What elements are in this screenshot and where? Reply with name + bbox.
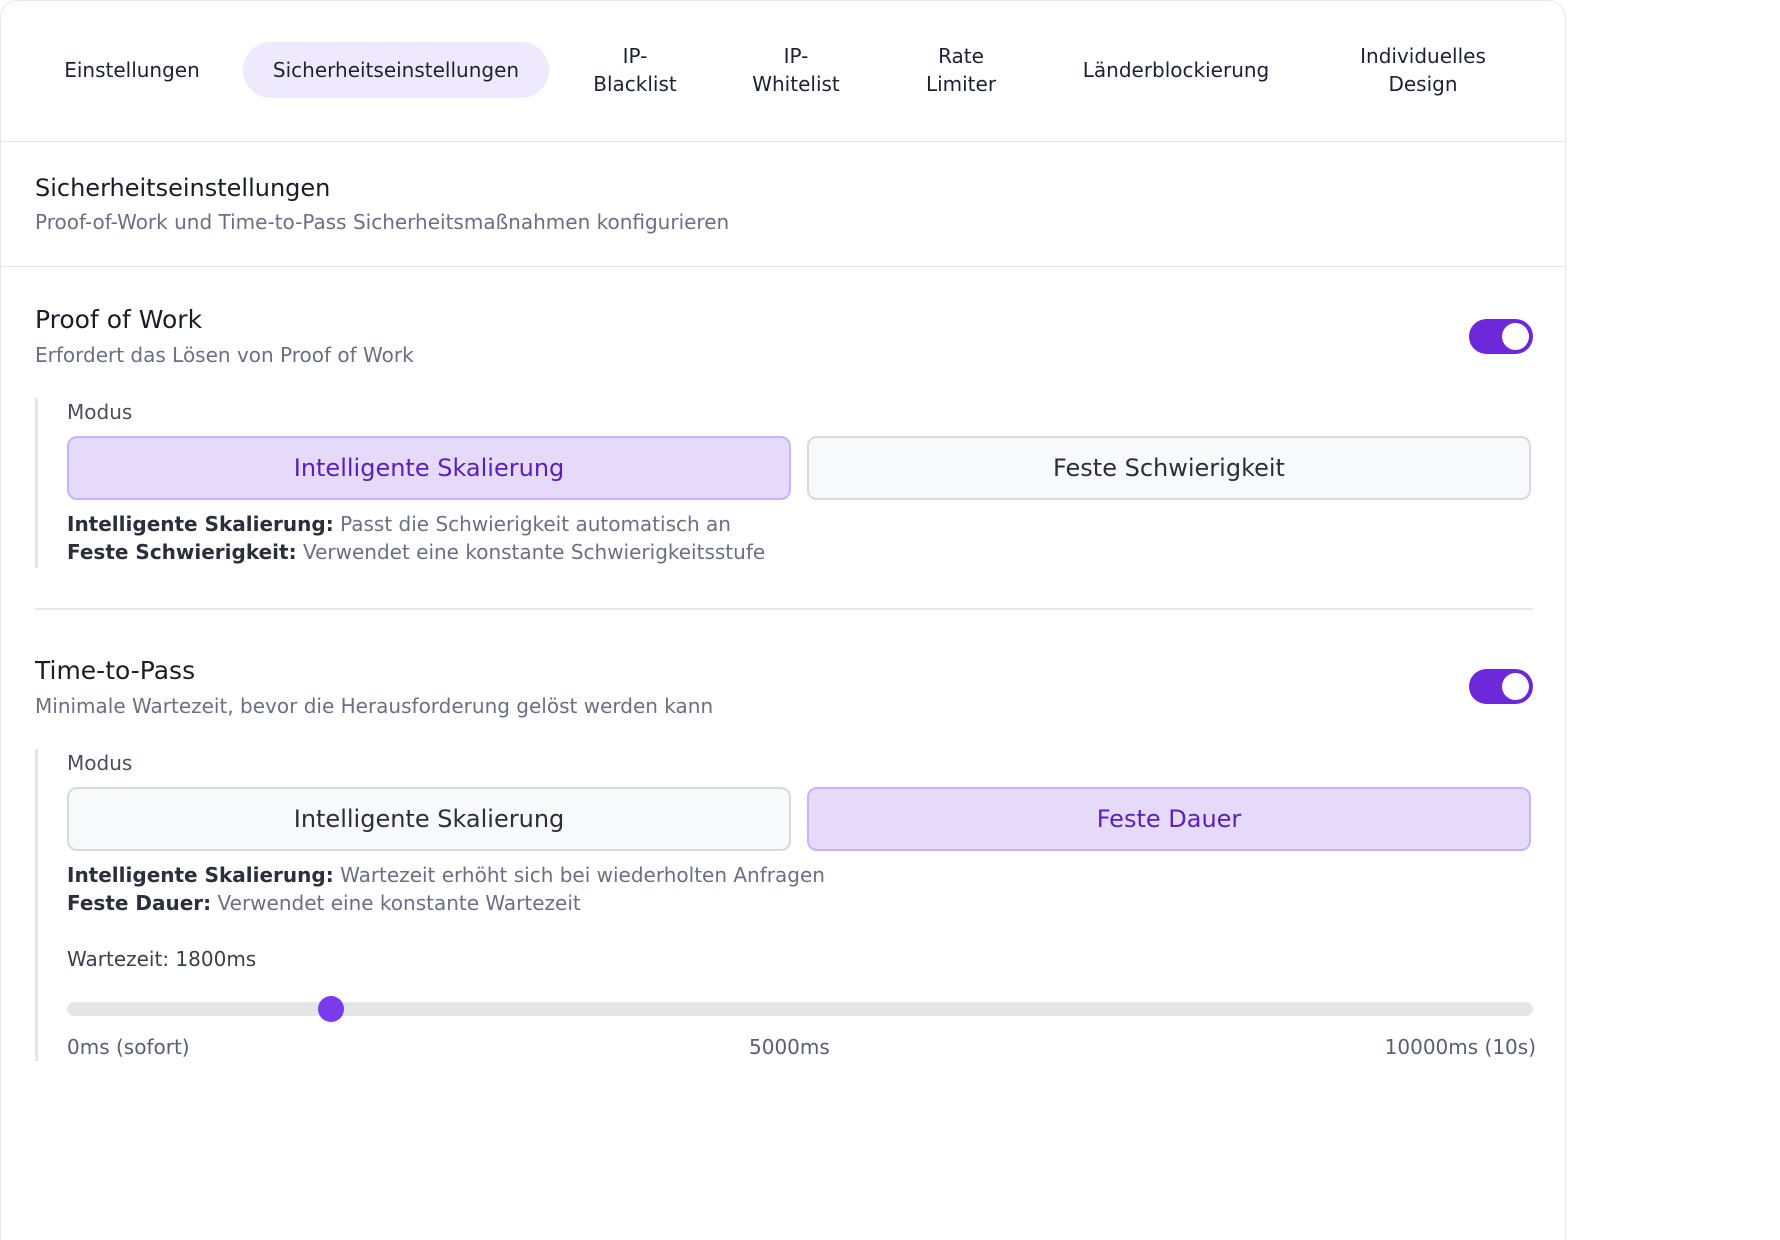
page-subtitle: Proof-of-Work und Time-to-Pass Sicherhei… <box>35 210 730 234</box>
slider-thumb[interactable] <box>317 996 344 1022</box>
pow-mode-intelligent-button[interactable]: Intelligente Skalierung <box>67 436 791 500</box>
ttp-mode-group: Modus Intelligente Skalierung Feste Daue… <box>35 749 1536 1061</box>
tab-label: Rate Limiter <box>925 44 997 96</box>
ttp-subtitle: Minimale Wartezeit, bevor die Herausford… <box>35 694 714 718</box>
wait-time-slider[interactable] <box>67 996 1533 1022</box>
desc-term: Intelligente Skalierung: <box>67 512 334 536</box>
section-header: Sicherheitseinstellungen Proof-of-Work u… <box>35 172 729 236</box>
tab-individuelles-design[interactable]: Individuelles Design <box>1338 42 1508 98</box>
ttp-modus-label: Modus <box>67 751 133 775</box>
desc-text: Verwendet eine konstante Schwierigkeitss… <box>296 540 766 564</box>
toggle-knob <box>1502 323 1529 350</box>
tab-label: Individuelles Design <box>1360 44 1486 96</box>
pow-toggle[interactable] <box>1469 319 1533 354</box>
pow-desc-fixed: Feste Schwierigkeit: Verwendet eine kons… <box>67 538 765 566</box>
section-divider <box>35 608 1533 610</box>
pow-mode-group: Modus Intelligente Skalierung Feste Schw… <box>35 398 1536 568</box>
pow-title: Proof of Work <box>35 305 203 334</box>
tab-label: IP- Whitelist <box>752 44 840 96</box>
button-label: Feste Dauer <box>1096 805 1242 833</box>
tab-sicherheitseinstellungen[interactable]: Sicherheitseinstellungen <box>243 42 549 98</box>
ttp-mode-fixed-button[interactable]: Feste Dauer <box>807 787 1531 851</box>
settings-tabs: Einstellungen Sicherheitseinstellungen I… <box>0 0 1566 142</box>
slider-max-label: 10000ms (10s) <box>1384 1035 1536 1059</box>
tab-einstellungen[interactable]: Einstellungen <box>43 42 221 98</box>
pow-subtitle: Erfordert das Lösen von Proof of Work <box>35 343 414 367</box>
desc-term: Feste Dauer: <box>67 891 212 915</box>
toggle-knob <box>1502 673 1529 700</box>
ttp-title: Time-to-Pass <box>35 656 196 685</box>
pow-modus-label: Modus <box>67 400 133 424</box>
security-settings-page: Einstellungen Sicherheitseinstellungen I… <box>0 0 1568 1240</box>
page-title: Sicherheitseinstellungen <box>35 174 331 202</box>
tab-ip-whitelist[interactable]: IP- Whitelist <box>735 42 857 98</box>
tab-label: IP- Blacklist <box>593 44 677 96</box>
ttp-mode-intelligent-button[interactable]: Intelligente Skalierung <box>67 787 791 851</box>
ttp-desc-intelligent: Intelligente Skalierung: Wartezeit erhöh… <box>67 861 825 889</box>
button-label: Intelligente Skalierung <box>293 454 565 482</box>
desc-text: Passt die Schwierigkeit automatisch an <box>333 512 731 536</box>
header-divider <box>0 266 1566 267</box>
tab-label: Sicherheitseinstellungen <box>272 58 520 82</box>
slider-min-label: 0ms (sofort) <box>67 1035 190 1059</box>
tab-laenderblockierung[interactable]: Länderblockierung <box>1060 42 1292 98</box>
tab-label: Länderblockierung <box>1082 58 1270 82</box>
button-label: Intelligente Skalierung <box>293 805 565 833</box>
pow-mode-fixed-button[interactable]: Feste Schwierigkeit <box>807 436 1531 500</box>
wait-time-label: Wartezeit: 1800ms <box>67 947 257 971</box>
desc-term: Feste Schwierigkeit: <box>67 540 297 564</box>
slider-mid-label: 5000ms <box>749 1035 830 1059</box>
desc-text: Wartezeit erhöht sich bei wiederholten A… <box>333 863 825 887</box>
button-label: Feste Schwierigkeit <box>1053 454 1285 482</box>
desc-term: Intelligente Skalierung: <box>67 863 334 887</box>
tab-label: Einstellungen <box>64 58 200 82</box>
ttp-toggle[interactable] <box>1469 669 1533 704</box>
desc-text: Verwendet eine konstante Wartezeit <box>211 891 581 915</box>
pow-desc-intelligent: Intelligente Skalierung: Passt die Schwi… <box>67 510 731 538</box>
tab-rate-limiter[interactable]: Rate Limiter <box>905 42 1017 98</box>
tab-ip-blacklist[interactable]: IP- Blacklist <box>575 42 695 98</box>
ttp-desc-fixed: Feste Dauer: Verwendet eine konstante Wa… <box>67 889 581 917</box>
